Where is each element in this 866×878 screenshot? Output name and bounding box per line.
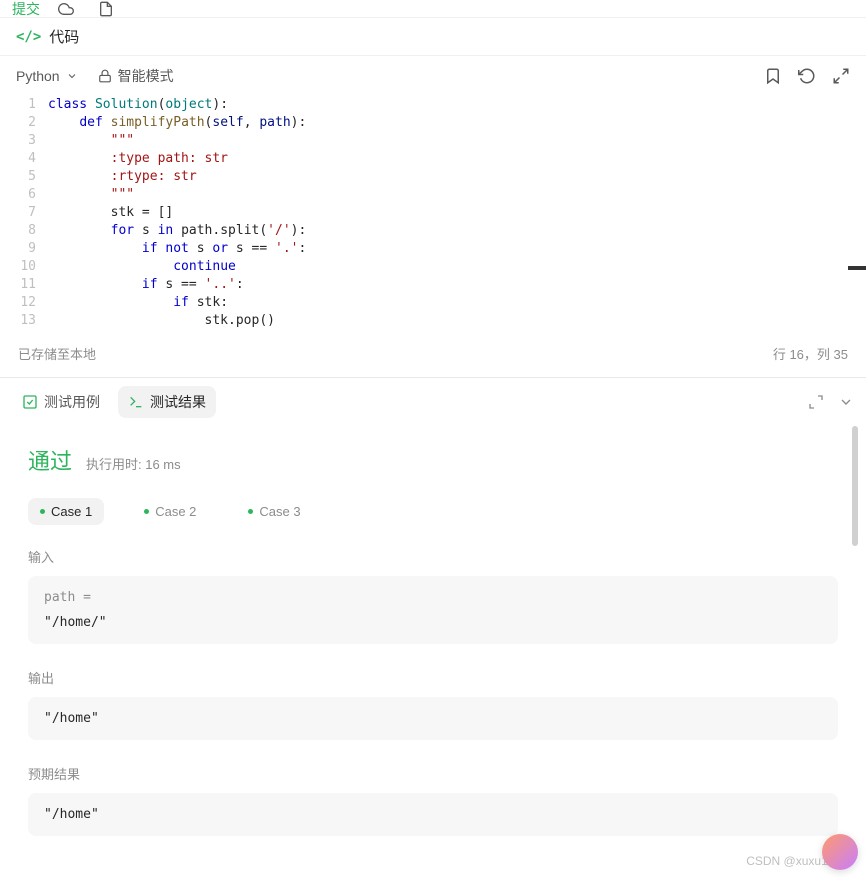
cursor-position: 行 16，列 35 — [773, 344, 848, 363]
note-icon[interactable] — [92, 0, 120, 18]
status-dot-icon — [40, 509, 45, 514]
case-tab-label: Case 3 — [259, 504, 300, 519]
output-value: "/home" — [44, 711, 822, 726]
result-body: 通过 执行用时: 16 ms Case 1 Case 2 Case 3 输入 pat… — [0, 426, 866, 878]
tab-results[interactable]: 测试结果 — [118, 386, 216, 418]
language-label: Python — [16, 68, 60, 84]
scroll-indicator — [848, 266, 866, 270]
results-panel: 测试用例 测试结果 通过 执行用时: 16 ms Case 1Case 2Cas… — [0, 377, 866, 878]
chevron-down-icon — [66, 70, 78, 82]
output-box: "/home" — [28, 697, 838, 740]
scrollbar[interactable] — [852, 426, 858, 546]
tab-testcase[interactable]: 测试用例 — [12, 386, 110, 418]
mode-toggle[interactable]: 智能模式 — [98, 66, 174, 86]
status-dot-icon — [248, 509, 253, 514]
expected-value: "/home" — [44, 807, 822, 822]
top-bar: 提交 — [0, 0, 866, 18]
input-var-label: path = — [44, 590, 822, 605]
panel-title: 代码 — [49, 26, 79, 47]
input-value: "/home/" — [44, 615, 822, 630]
editor-toolbar: Python 智能模式 — [0, 56, 866, 96]
code-panel-header: </> 代码 — [0, 18, 866, 56]
case-tab-1[interactable]: Case 1 — [28, 498, 104, 525]
tab-results-label: 测试结果 — [150, 392, 206, 412]
expected-label: 预期结果 — [28, 764, 838, 783]
terminal-icon — [128, 394, 144, 410]
case-tab-label: Case 2 — [155, 504, 196, 519]
expand-button[interactable] — [808, 394, 824, 410]
expected-box: "/home" — [28, 793, 838, 836]
case-tab-2[interactable]: Case 2 — [132, 498, 208, 525]
output-label: 输出 — [28, 668, 838, 687]
checkbox-icon — [22, 394, 38, 410]
status-dot-icon — [144, 509, 149, 514]
collapse-button[interactable] — [838, 394, 854, 410]
result-status: 通过 — [28, 444, 72, 476]
runtime-label: 执行用时: 16 ms — [86, 454, 181, 473]
fullscreen-button[interactable] — [832, 67, 850, 85]
mode-label: 智能模式 — [118, 66, 174, 86]
bookmark-button[interactable] — [764, 67, 782, 85]
input-label: 输入 — [28, 547, 838, 566]
code-content[interactable]: class Solution(object): def simplifyPath… — [48, 96, 858, 330]
submit-button[interactable]: 提交 — [12, 0, 40, 18]
tab-testcase-label: 测试用例 — [44, 392, 100, 412]
save-status: 已存储至本地 — [18, 344, 96, 363]
case-tab-label: Case 1 — [51, 504, 92, 519]
status-line: 通过 执行用时: 16 ms — [28, 444, 838, 476]
case-tab-3[interactable]: Case 3 — [236, 498, 312, 525]
language-select[interactable]: Python — [16, 68, 78, 84]
code-icon: </> — [16, 29, 41, 45]
lock-icon — [98, 69, 112, 83]
editor-status-bar: 已存储至本地 行 16，列 35 — [0, 330, 866, 377]
code-editor[interactable]: 12345678910111213 class Solution(object)… — [0, 96, 866, 330]
case-tabs: Case 1 Case 2 Case 3 — [28, 498, 838, 525]
reset-button[interactable] — [798, 67, 816, 85]
cloud-icon[interactable] — [52, 0, 80, 18]
assistant-badge[interactable] — [822, 834, 858, 870]
result-tabs: 测试用例 测试结果 — [0, 378, 866, 426]
input-box: path = "/home/" — [28, 576, 838, 644]
line-gutter: 12345678910111213 — [8, 96, 48, 330]
